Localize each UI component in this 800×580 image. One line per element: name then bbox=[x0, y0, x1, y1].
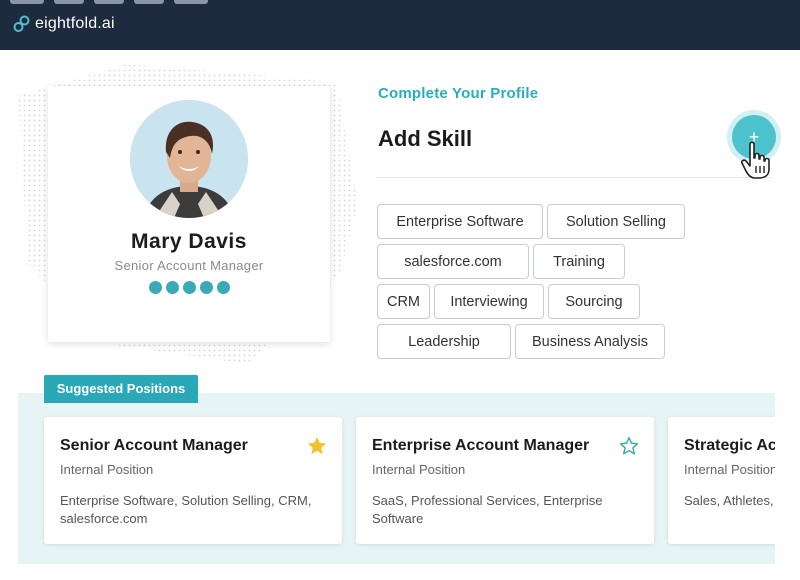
rating-dot bbox=[183, 281, 196, 294]
suggested-positions-tab[interactable]: Suggested Positions bbox=[44, 375, 198, 403]
skill-chip[interactable]: Leadership bbox=[377, 324, 511, 359]
position-title: Strategic Account Manager bbox=[684, 437, 775, 454]
star-filled-icon[interactable] bbox=[306, 435, 328, 457]
rating-dot bbox=[166, 281, 179, 294]
skill-chip-list: Enterprise Software Solution Selling sal… bbox=[377, 204, 697, 364]
hand-cursor-icon bbox=[741, 141, 770, 179]
add-skill-title: Add Skill bbox=[378, 126, 473, 151]
browser-tab-strip bbox=[10, 0, 210, 4]
eightfold-logo[interactable]: eightfold.ai bbox=[12, 14, 115, 34]
position-type: Internal Position bbox=[372, 462, 466, 477]
position-card[interactable]: Senior Account Manager Internal Position… bbox=[44, 417, 342, 544]
skill-chip[interactable]: Sourcing bbox=[548, 284, 640, 319]
skill-chip[interactable]: Interviewing bbox=[434, 284, 544, 319]
position-skills: Sales, Athletes, Media bbox=[684, 493, 775, 508]
top-bar: eightfold.ai bbox=[0, 0, 800, 50]
rating-dot bbox=[149, 281, 162, 294]
skill-chip[interactable]: Enterprise Software bbox=[377, 204, 543, 239]
skill-chip[interactable]: salesforce.com bbox=[377, 244, 529, 279]
skill-chip[interactable]: Business Analysis bbox=[515, 324, 665, 359]
position-title: Senior Account Manager bbox=[60, 437, 248, 454]
rating-dot bbox=[200, 281, 213, 294]
position-title: Enterprise Account Manager bbox=[372, 437, 590, 454]
section-divider bbox=[376, 177, 772, 178]
avatar[interactable] bbox=[130, 100, 248, 218]
logo-icon bbox=[13, 15, 30, 32]
position-card[interactable]: Enterprise Account Manager Internal Posi… bbox=[356, 417, 654, 544]
position-type: Internal Position bbox=[684, 462, 775, 477]
position-card[interactable]: Strategic Account Manager Internal Posit… bbox=[668, 417, 775, 544]
rating-dot bbox=[217, 281, 230, 294]
star-outline-icon[interactable] bbox=[618, 435, 640, 457]
position-skills: Enterprise Software, Solution Selling, C… bbox=[60, 493, 312, 526]
logo-text: eightfold.ai bbox=[35, 15, 115, 32]
skill-chip[interactable]: Training bbox=[533, 244, 625, 279]
profile-card: Mary Davis Senior Account Manager bbox=[48, 86, 330, 342]
avatar-portrait-icon bbox=[130, 100, 248, 218]
position-skills: SaaS, Professional Services, Enterprise … bbox=[372, 493, 603, 526]
skill-chip[interactable]: Solution Selling bbox=[547, 204, 685, 239]
rating-dots bbox=[149, 281, 230, 294]
suggested-positions-panel: Senior Account Manager Internal Position… bbox=[18, 393, 775, 564]
skill-chip[interactable]: CRM bbox=[377, 284, 430, 319]
position-type: Internal Position bbox=[60, 462, 154, 477]
complete-profile-label: Complete Your Profile bbox=[378, 85, 539, 102]
profile-name: Mary Davis bbox=[131, 230, 247, 253]
profile-job-title: Senior Account Manager bbox=[114, 258, 264, 273]
